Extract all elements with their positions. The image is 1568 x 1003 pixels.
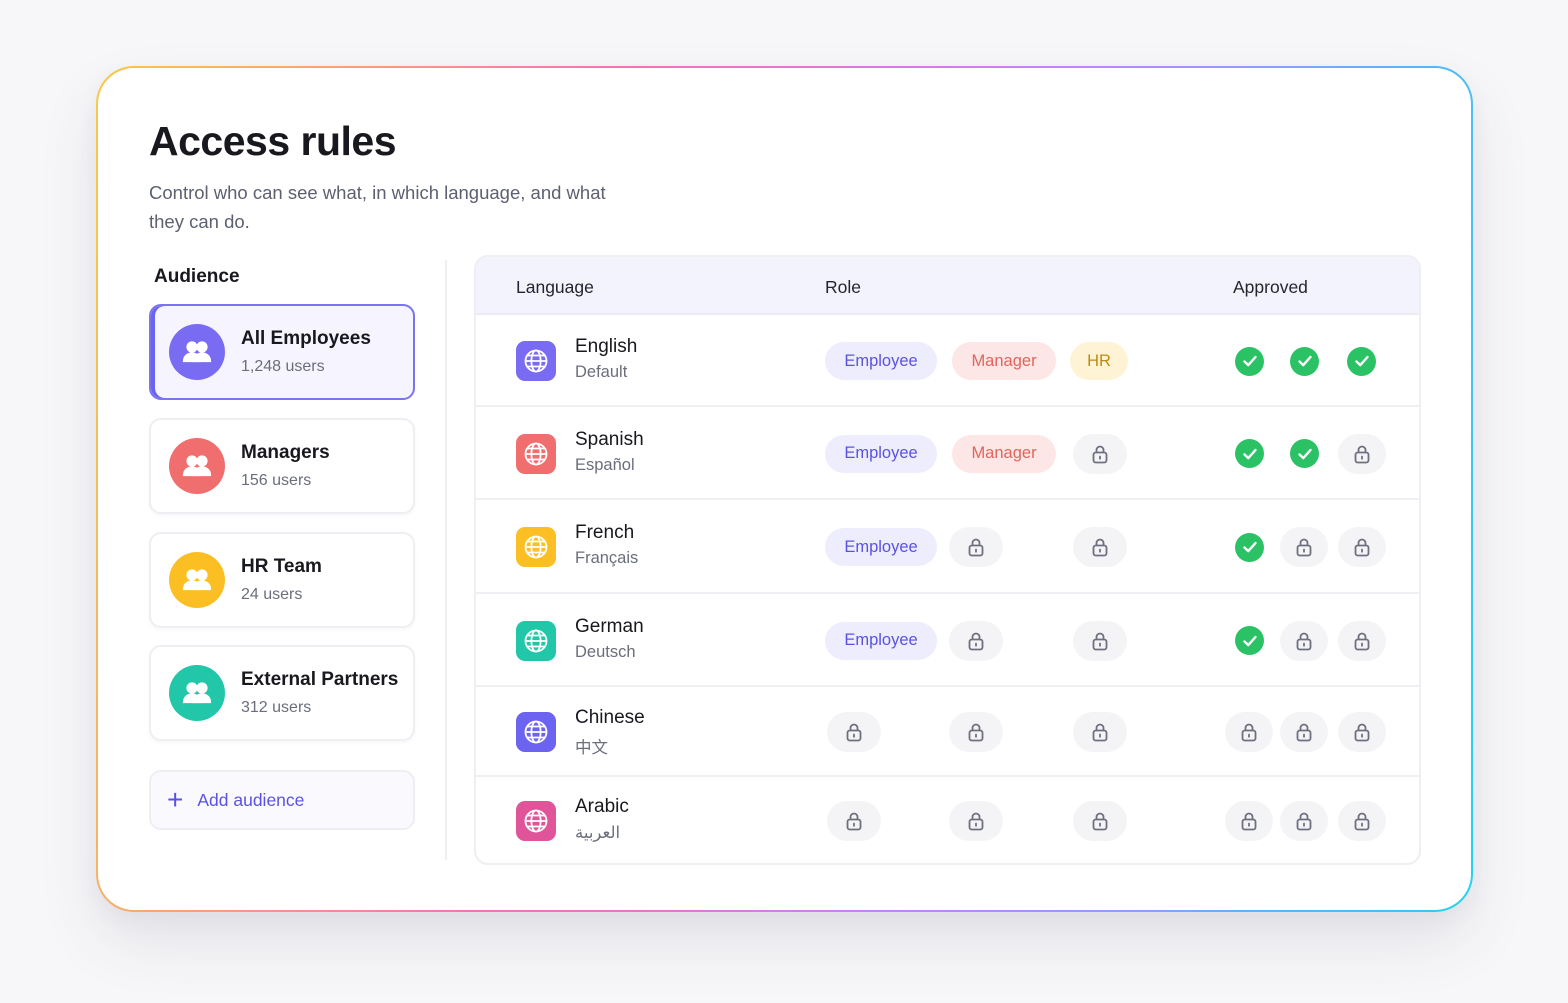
- audience-text: External Partners 312 users: [241, 669, 398, 717]
- language-native-name: Français: [575, 549, 639, 567]
- plus-icon: +: [167, 784, 184, 815]
- audience-text: HR Team 24 users: [241, 556, 322, 604]
- language-native-name: Deutsch: [575, 642, 636, 661]
- lock-icon: [949, 527, 1003, 567]
- page-subtitle: Control who can see what, in which langu…: [149, 182, 606, 232]
- audience-count: 1,248 users: [241, 358, 325, 375]
- column-approved: Approved: [1233, 277, 1308, 297]
- lock-icon: [1338, 620, 1386, 661]
- add-audience-button[interactable]: + Add audience: [149, 770, 415, 830]
- table-header: Language Role Approved: [476, 257, 1419, 315]
- users-icon: [169, 324, 225, 380]
- table-row: French Français Employee: [476, 500, 1419, 594]
- lock-icon: [827, 712, 881, 752]
- lock-icon: [1073, 620, 1127, 661]
- check-icon[interactable]: [1235, 346, 1264, 376]
- audience-item[interactable]: HR Team 24 users: [149, 532, 415, 628]
- lock-icon: [1338, 527, 1386, 567]
- table-row: English Default Employee Manager HR: [476, 315, 1419, 407]
- lock-icon: [1073, 801, 1127, 841]
- access-rules-card: Access rules Control who can see what, i…: [98, 68, 1471, 910]
- audience-count: 312 users: [241, 699, 312, 716]
- globe-icon: [516, 433, 556, 474]
- audience-heading: Audience: [154, 266, 240, 287]
- check-icon[interactable]: [1347, 346, 1376, 376]
- audience-item[interactable]: Managers 156 users: [149, 418, 415, 514]
- globe-icon: [516, 527, 556, 567]
- lock-icon: [1073, 712, 1127, 752]
- table-row: Spanish Español Employee Manager: [476, 407, 1419, 500]
- lock-icon: [1338, 801, 1386, 841]
- lock-icon: [1073, 527, 1127, 567]
- role-pill-employee[interactable]: Employee: [825, 434, 937, 473]
- language-name: French: [575, 522, 635, 543]
- language-native-name: العربية: [575, 824, 621, 842]
- lock-icon: [1338, 712, 1386, 752]
- audience-item[interactable]: External Partners 312 users: [149, 645, 415, 741]
- audience-text: All Employees 1,248 users: [241, 328, 371, 376]
- lock-icon: [1280, 712, 1328, 752]
- language-native-name: Español: [575, 455, 635, 474]
- lock-icon: [1338, 433, 1386, 474]
- lock-icon: [1280, 801, 1328, 841]
- globe-icon: [516, 801, 556, 841]
- language-native-name: Default: [575, 363, 628, 381]
- check-icon[interactable]: [1235, 439, 1264, 468]
- panel-divider: [445, 260, 447, 860]
- table-row: Chinese 中文: [476, 687, 1419, 777]
- role-pill-hr[interactable]: HR: [1070, 342, 1128, 380]
- column-role: Role: [825, 277, 861, 297]
- language-name: German: [575, 615, 644, 637]
- role-pill-employee[interactable]: Employee: [825, 621, 937, 660]
- users-icon: [169, 665, 225, 721]
- language-name: Chinese: [575, 707, 645, 728]
- check-icon[interactable]: [1290, 439, 1319, 468]
- language-name: English: [575, 336, 638, 357]
- role-pill-employee[interactable]: Employee: [825, 528, 937, 566]
- lock-icon: [827, 801, 881, 841]
- audience-name: Managers: [241, 442, 330, 463]
- language-name: Arabic: [575, 796, 629, 817]
- add-audience-label: Add audience: [197, 789, 305, 810]
- page-title: Access rules: [149, 118, 397, 164]
- globe-icon: [516, 620, 556, 661]
- audience-count: 24 users: [241, 586, 303, 603]
- lock-icon: [949, 620, 1003, 661]
- globe-icon: [516, 341, 556, 381]
- audience-name: All Employees: [241, 328, 371, 349]
- globe-icon: [516, 712, 556, 752]
- check-icon[interactable]: [1235, 532, 1264, 562]
- users-icon: [169, 552, 225, 608]
- check-icon[interactable]: [1290, 346, 1319, 376]
- role-pill-manager[interactable]: Manager: [952, 342, 1056, 380]
- users-icon: [169, 438, 225, 494]
- lock-icon: [949, 712, 1003, 752]
- lock-icon: [1225, 801, 1273, 841]
- language-native-name: 中文: [575, 739, 608, 757]
- lock-icon: [1073, 433, 1127, 474]
- lock-icon: [1225, 712, 1273, 752]
- table-row: German Deutsch Employee: [476, 594, 1419, 687]
- audience-name: HR Team: [241, 556, 322, 577]
- language-name: Spanish: [575, 428, 644, 450]
- audience-text: Managers 156 users: [241, 442, 330, 490]
- lock-icon: [1280, 527, 1328, 567]
- language-table: Language Role Approved English Default Emp…: [474, 255, 1421, 865]
- audience-item[interactable]: All Employees 1,248 users: [149, 304, 415, 400]
- lock-icon: [1280, 620, 1328, 661]
- role-pill-employee[interactable]: Employee: [825, 342, 937, 380]
- audience-count: 156 users: [241, 472, 312, 489]
- check-icon[interactable]: [1235, 626, 1264, 655]
- audience-name: External Partners: [241, 669, 399, 690]
- role-pill-manager[interactable]: Manager: [952, 434, 1056, 473]
- column-language: Language: [516, 277, 594, 297]
- table-row: Arabic العربية: [476, 777, 1419, 863]
- lock-icon: [949, 801, 1003, 841]
- access-rules-frame: Access rules Control who can see what, i…: [96, 66, 1473, 912]
